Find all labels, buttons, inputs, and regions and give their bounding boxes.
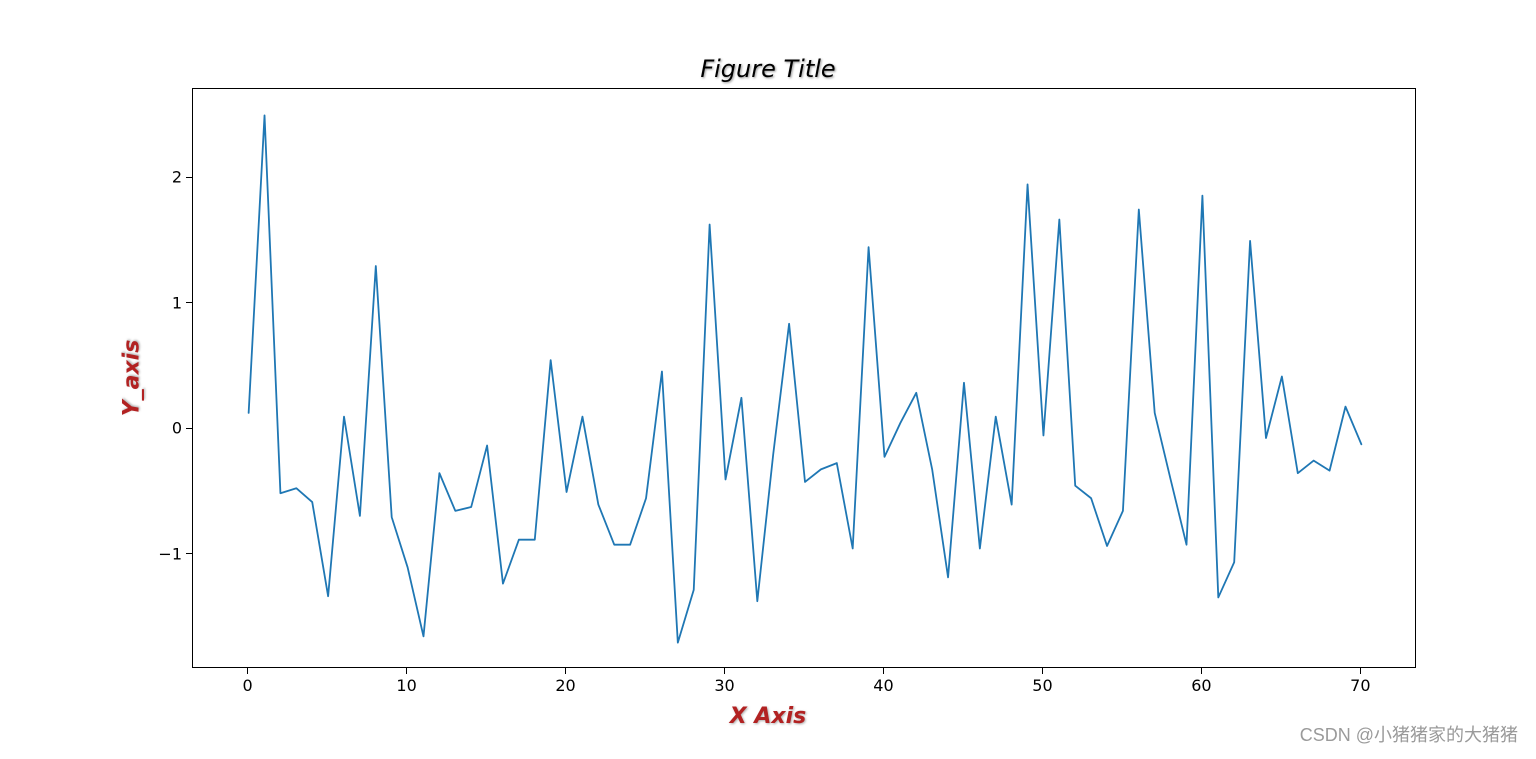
chart-title: Figure Title [0,55,1536,83]
data-line [193,89,1417,669]
y-tick-label: 2 [142,168,182,187]
y-axis-label: Y_axis [120,340,145,417]
x-tick [565,668,566,674]
x-tick [1360,668,1361,674]
x-tick-label: 40 [873,676,893,695]
y-tick-label: 1 [142,293,182,312]
x-tick-label: 10 [396,676,416,695]
x-tick-label: 60 [1191,676,1211,695]
y-tick [186,428,192,429]
watermark: CSDN @小猪猪家的大猪猪 [1300,721,1518,747]
y-tick [186,302,192,303]
y-tick-label: 0 [142,419,182,438]
x-tick-label: 70 [1350,676,1370,695]
y-tick-label: −1 [142,544,182,563]
y-tick [186,553,192,554]
x-tick [1042,668,1043,674]
x-tick [883,668,884,674]
x-tick [1201,668,1202,674]
figure: Figure Title 010203040506070 −1012 X Axi… [0,0,1536,759]
plot-area [192,88,1416,668]
y-tick [186,177,192,178]
x-tick [247,668,248,674]
x-tick-label: 30 [714,676,734,695]
x-tick [406,668,407,674]
x-tick [724,668,725,674]
x-tick-label: 50 [1032,676,1052,695]
x-tick-label: 20 [555,676,575,695]
x-tick-label: 0 [243,676,253,695]
